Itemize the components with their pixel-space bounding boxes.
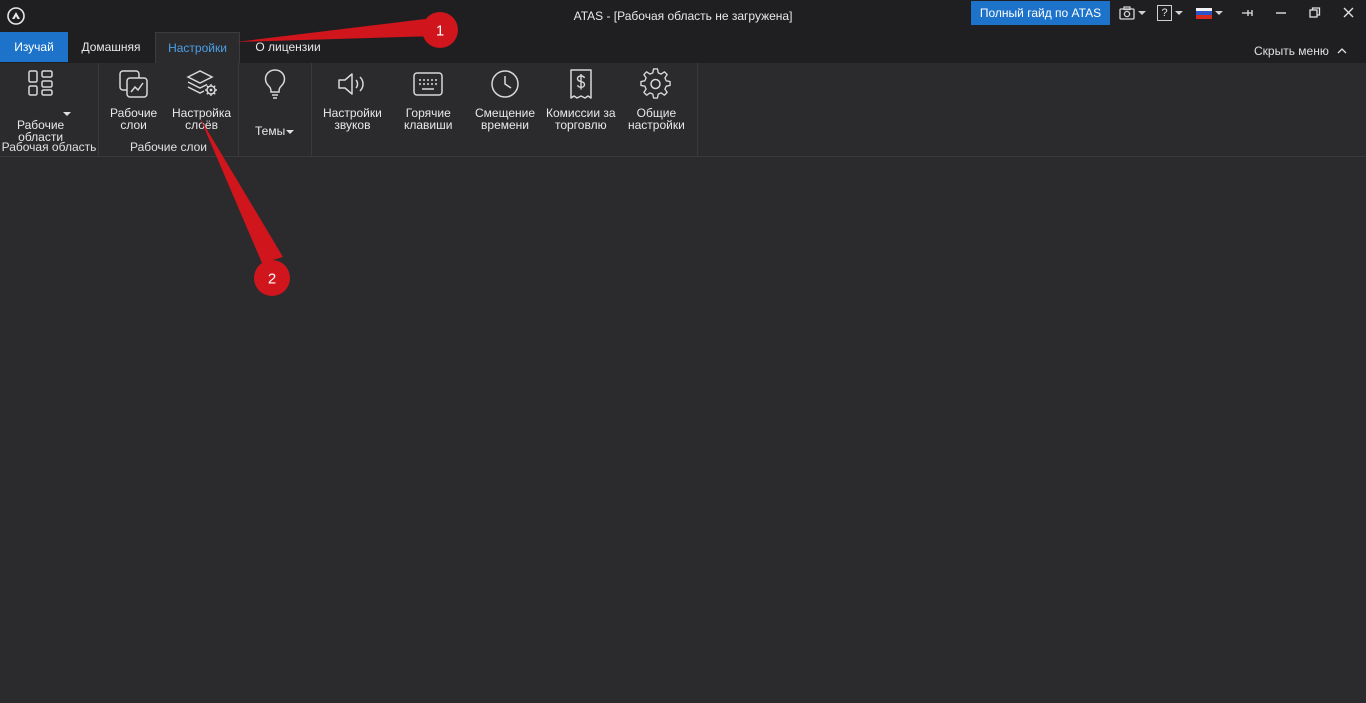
- work-layers-label: Рабочие слои: [110, 106, 158, 132]
- group-divider: [697, 63, 698, 156]
- minimize-button[interactable]: [1266, 0, 1296, 26]
- full-guide-button[interactable]: Полный гайд по ATAS: [971, 1, 1110, 25]
- tab-home[interactable]: Домашняя: [70, 32, 152, 62]
- pin-button[interactable]: [1232, 0, 1262, 26]
- group-divider: [311, 63, 312, 156]
- russian-flag-icon: [1196, 7, 1212, 19]
- sound-settings-button[interactable]: Настройки звуков: [323, 67, 382, 131]
- gear-icon: [640, 68, 672, 99]
- workspaces-button[interactable]: Рабочие области: [17, 67, 72, 143]
- receipt-dollar-icon: [570, 69, 592, 99]
- chevron-up-icon: [1337, 48, 1347, 54]
- time-offset-label: Смещение времени: [475, 106, 536, 132]
- tab-study[interactable]: Изучай: [0, 32, 68, 62]
- close-button[interactable]: [1334, 0, 1364, 26]
- screenshot-dropdown[interactable]: [1119, 4, 1146, 22]
- restore-button[interactable]: [1300, 0, 1330, 26]
- layer-settings-label: Настройка слоёв: [172, 106, 232, 132]
- workspace-area: [0, 157, 1366, 703]
- ribbon-tabs: Изучай Домашняя Настройки О лицензии Скр…: [0, 32, 1366, 63]
- title-bar: ATAS - [Рабочая область не загружена] По…: [0, 0, 1366, 32]
- chevron-down-icon: [63, 112, 72, 116]
- chevron-down-icon: [1175, 11, 1183, 15]
- hotkeys-button[interactable]: Горячие клавиши: [404, 67, 452, 131]
- layers-gear-icon: [185, 70, 217, 96]
- ribbon-panel: Рабочие области Рабочая область Рабочие …: [0, 63, 1366, 157]
- clock-icon: [491, 70, 519, 98]
- group-divider: [238, 63, 239, 156]
- commissions-button[interactable]: Комиссии за торговлю: [546, 67, 616, 131]
- tab-settings[interactable]: Настройки: [155, 32, 240, 63]
- chevron-down-icon: [1215, 11, 1223, 15]
- chart-layers-icon: [118, 70, 148, 98]
- lightbulb-icon: [264, 69, 285, 99]
- general-settings-label: Общие настройки: [628, 106, 685, 132]
- sound-settings-label: Настройки звуков: [323, 106, 382, 132]
- tab-license[interactable]: О лицензии: [244, 32, 332, 62]
- camera-icon: [1119, 6, 1135, 20]
- language-dropdown[interactable]: [1196, 4, 1223, 22]
- hide-menu-label: Скрыть меню: [1254, 44, 1329, 58]
- themes-button[interactable]: Темы: [255, 67, 295, 138]
- speaker-icon: [338, 73, 365, 95]
- keyboard-icon: [413, 72, 443, 96]
- hotkeys-label: Горячие клавиши: [404, 106, 453, 132]
- work-layers-button[interactable]: Рабочие слои: [110, 67, 157, 131]
- layout-grid-icon: [27, 70, 53, 96]
- help-icon: ?: [1157, 5, 1172, 21]
- chevron-down-icon: [286, 129, 295, 134]
- layer-settings-button[interactable]: Настройка слоёв: [172, 67, 231, 131]
- general-settings-button[interactable]: Общие настройки: [628, 67, 685, 131]
- chevron-down-icon: [1138, 11, 1146, 15]
- group-label-workspace: Рабочая область: [1, 140, 97, 154]
- commissions-label: Комиссии за торговлю: [546, 106, 616, 132]
- time-offset-button[interactable]: Смещение времени: [475, 67, 535, 131]
- group-label-layers: Рабочие слои: [129, 140, 208, 154]
- themes-label: Темы: [255, 124, 286, 138]
- atas-logo-icon[interactable]: [7, 7, 25, 25]
- help-dropdown[interactable]: ?: [1157, 4, 1183, 22]
- hide-menu-button[interactable]: Скрыть меню: [1254, 44, 1347, 58]
